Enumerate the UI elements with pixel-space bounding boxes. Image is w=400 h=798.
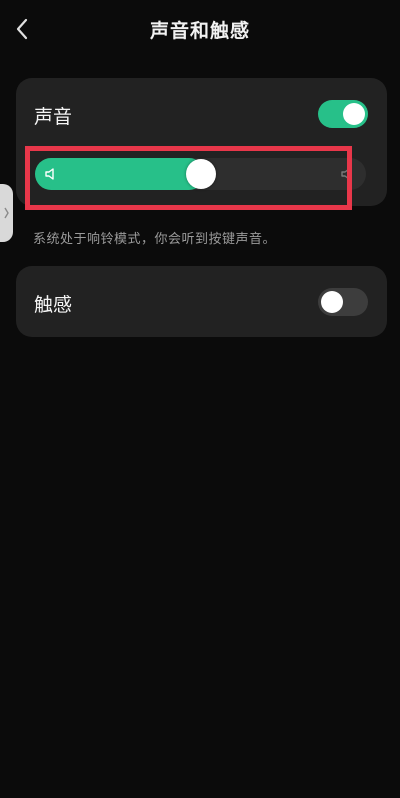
haptic-toggle[interactable] [318, 288, 368, 316]
side-edge-handle[interactable] [0, 184, 13, 242]
chevron-right-icon [3, 207, 9, 219]
speaker-high-icon [341, 168, 350, 180]
toggle-knob [321, 291, 343, 313]
sound-toggle[interactable] [318, 100, 368, 128]
volume-slider-fill [35, 158, 205, 190]
sound-label: 声音 [34, 106, 73, 128]
volume-slider[interactable] [35, 158, 366, 190]
sound-card: 声音 [16, 78, 387, 206]
volume-slider-thumb[interactable] [185, 159, 216, 189]
haptic-label: 触感 [34, 294, 73, 316]
speaker-low-icon [45, 168, 54, 180]
page-title: 声音和触感 [149, 20, 250, 42]
haptic-card: 触感 [16, 266, 387, 337]
toggle-knob [343, 103, 365, 125]
top-bar: 声音和触感 [0, 0, 400, 58]
ringer-mode-hint: 系统处于响铃模式，你会听到按键声音。 [33, 232, 277, 247]
